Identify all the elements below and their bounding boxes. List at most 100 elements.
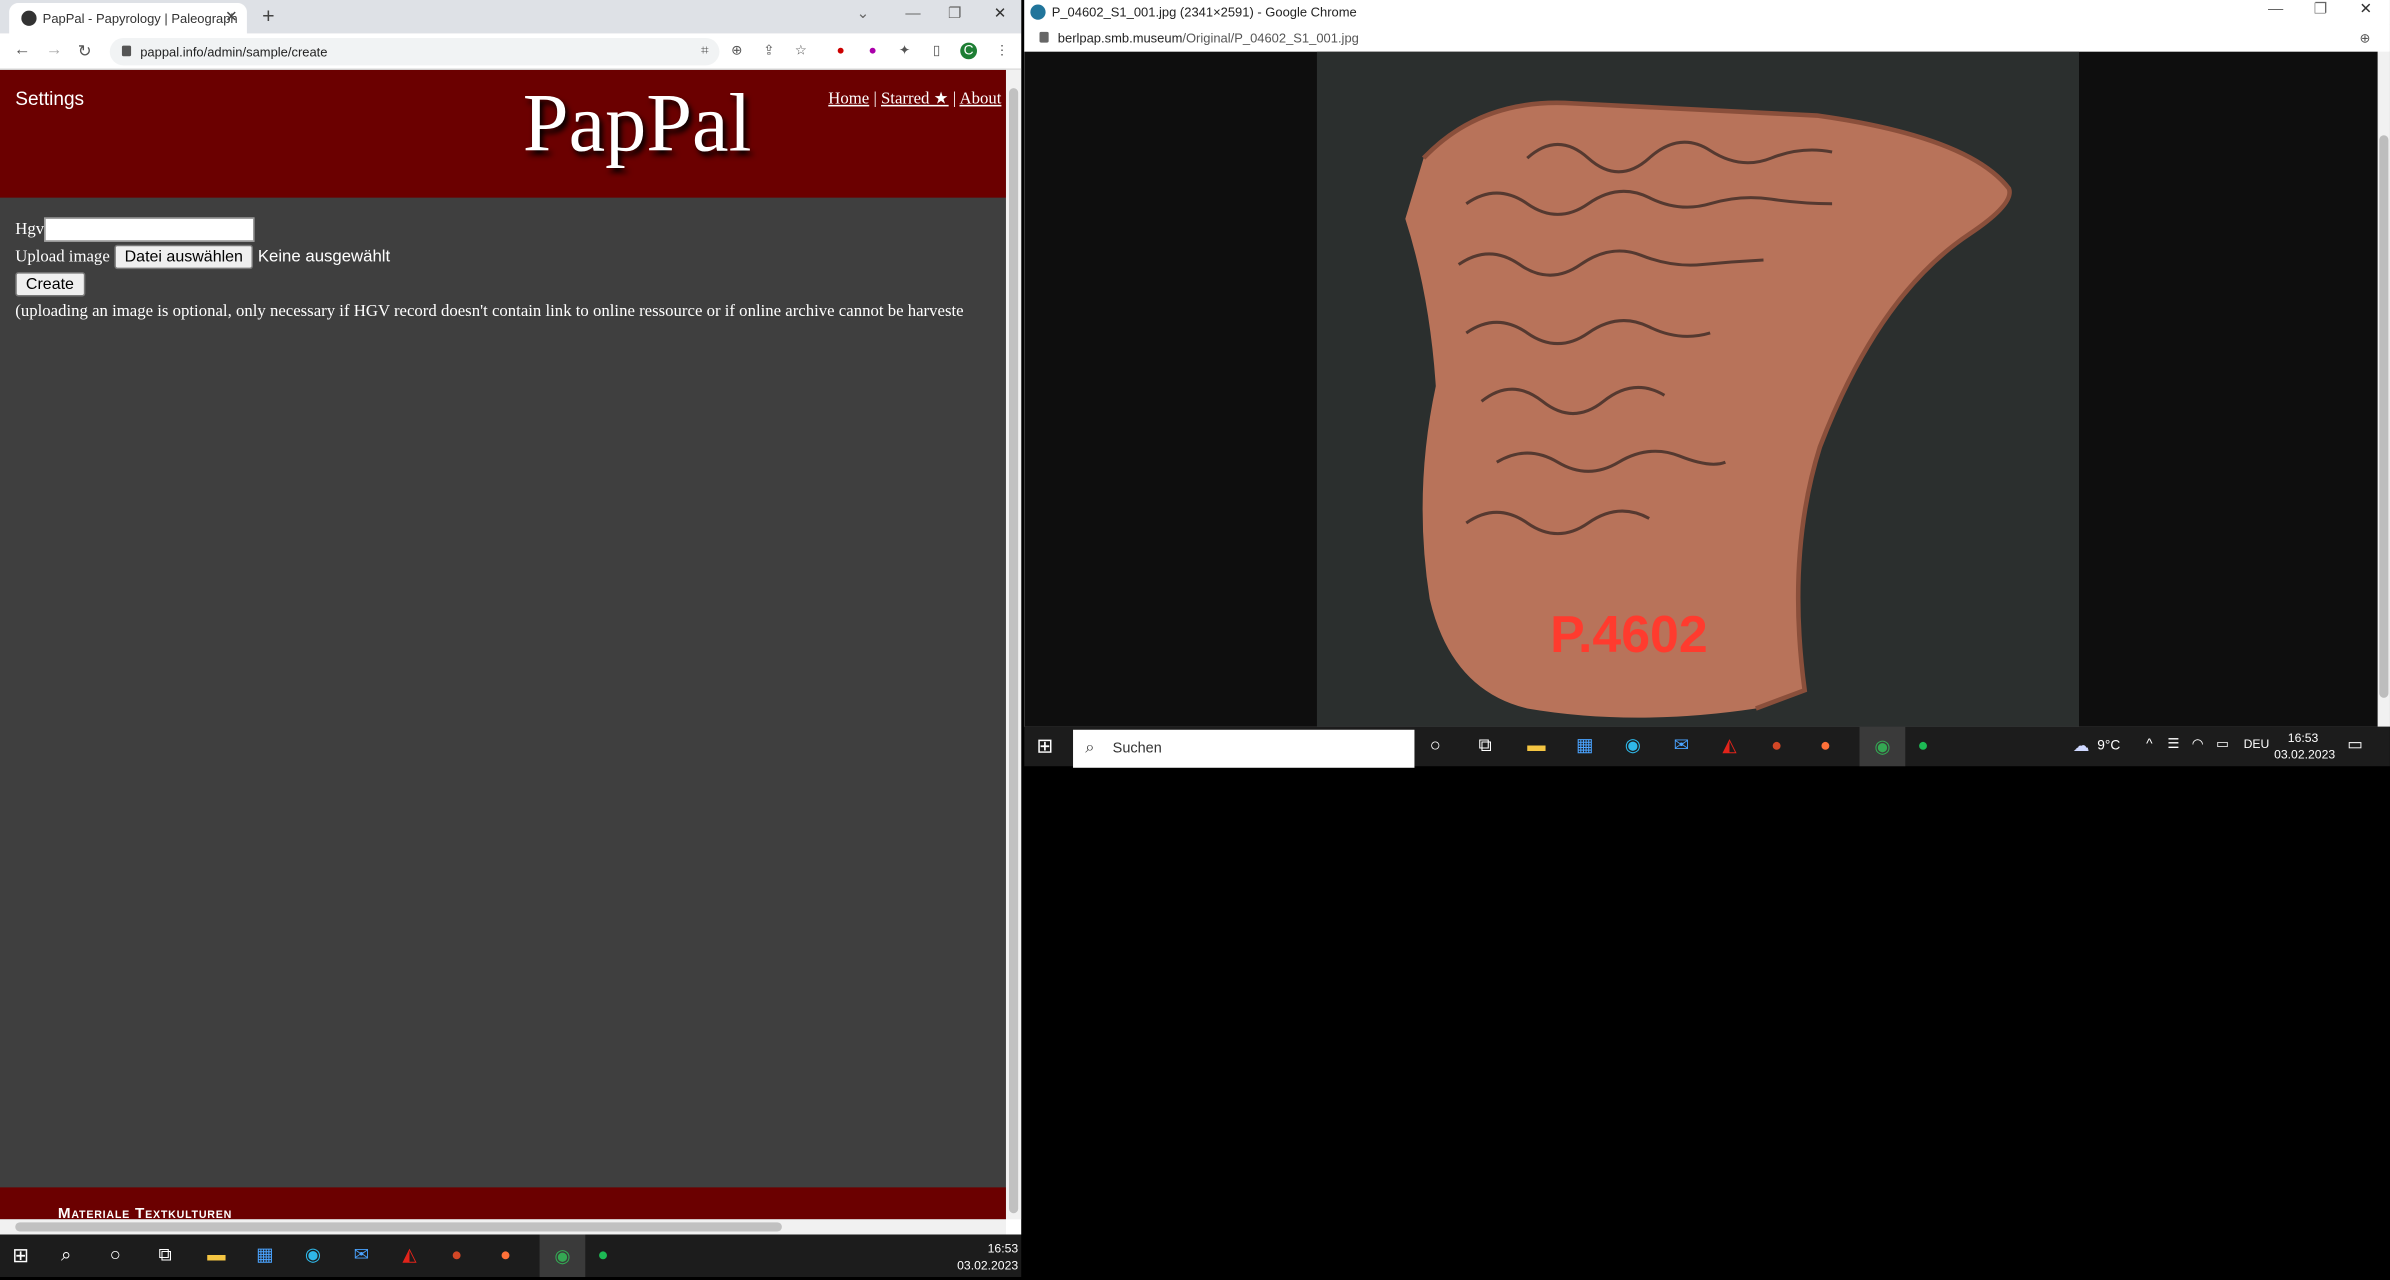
papyrus-image-viewer[interactable]: P.4602 — [1024, 51, 2378, 727]
nav-starred[interactable]: Starred ★ — [881, 90, 949, 108]
translate-icon[interactable]: ⌗ — [697, 43, 714, 60]
clock-time: 16:53 — [987, 1242, 1019, 1256]
clock-date: 03.02.2023 — [957, 1258, 1019, 1273]
bookmark-star-icon[interactable]: ☆ — [793, 43, 810, 60]
back-icon[interactable]: ← — [14, 41, 31, 59]
reload-icon[interactable]: ↻ — [78, 41, 92, 61]
vertical-scrollbar[interactable] — [1005, 69, 1022, 1220]
right-start-icon[interactable]: ⊞ — [1036, 734, 1053, 758]
right-zoom-icon[interactable]: ⊕ — [2359, 24, 2370, 51]
right-powerpoint-icon[interactable]: ● — [1771, 734, 1782, 755]
right-restore-icon[interactable]: ❐ — [2314, 0, 2328, 21]
right-browser-window: P_04602_S1_001.jpg (2341×2591) - Google … — [1024, 0, 2390, 727]
minimize-icon[interactable]: — — [905, 0, 920, 30]
right-url-host: berlpap.smb.museum — [1057, 30, 1183, 46]
hgv-input[interactable] — [44, 218, 255, 243]
footer-text: Materiale Textkulturen — [57, 1205, 233, 1220]
acrobat-icon[interactable]: ◭ — [402, 1244, 416, 1265]
new-tab-button[interactable]: + — [262, 3, 274, 27]
store-icon[interactable]: ▦ — [256, 1244, 273, 1265]
right-spotify-icon[interactable]: ● — [1917, 734, 1928, 755]
tray-network-icon[interactable]: ☰ — [2167, 736, 2179, 753]
nav-home[interactable]: Home — [828, 90, 869, 108]
tray-chevron-icon[interactable]: ^ — [2146, 736, 2152, 751]
tray-wifi-icon[interactable]: ◠ — [2192, 736, 2204, 753]
menu-icon[interactable]: ⋮ — [994, 43, 1011, 60]
close-tab-icon[interactable]: ✕ — [225, 3, 238, 33]
wordpress-icon — [1030, 4, 1046, 20]
right-scroll-thumb[interactable] — [2379, 135, 2389, 698]
weather-cloud-icon[interactable]: ☁ — [2073, 736, 2090, 755]
chrome-icon[interactable]: ◉ — [539, 1234, 586, 1278]
spotify-icon[interactable]: ● — [597, 1244, 608, 1265]
right-store-icon[interactable]: ▦ — [1576, 734, 1593, 755]
choose-file-button[interactable]: Datei auswählen — [113, 245, 254, 270]
left-browser-window: PapPal - Papyrology | Paleograph ✕ + ⌄ —… — [0, 0, 1022, 1235]
file-explorer-icon[interactable]: ▬ — [207, 1244, 225, 1265]
vertical-scroll-thumb[interactable] — [1009, 88, 1019, 1214]
share-icon[interactable]: ⇪ — [761, 43, 778, 60]
powerpoint-icon[interactable]: ● — [451, 1244, 462, 1265]
tray-language[interactable]: DEU — [2244, 737, 2270, 751]
cortana-icon[interactable]: ○ — [110, 1244, 121, 1265]
right-lock-icon — [1039, 31, 1049, 43]
right-taskbar-clock[interactable]: 16:53 03.02.2023 — [2274, 730, 2335, 763]
create-button[interactable]: Create — [15, 272, 85, 298]
address-bar[interactable]: pappal.info/admin/sample/create — [109, 38, 720, 66]
right-edge-icon[interactable]: ◉ — [1625, 734, 1641, 755]
tray-battery-icon[interactable]: ▭ — [2216, 736, 2229, 753]
upload-label: Upload image — [15, 247, 110, 267]
nav-about[interactable]: About — [959, 90, 1001, 108]
search-icon[interactable]: ⌕ — [61, 1244, 71, 1267]
mail-icon[interactable]: ✉ — [354, 1244, 369, 1265]
right-address-bar[interactable]: berlpap.smb.museum/Original/P_04602_S1_0… — [1024, 24, 2390, 52]
side-panel-icon[interactable]: ▯ — [928, 43, 945, 60]
favicon-icon — [21, 10, 37, 26]
right-file-explorer-icon[interactable]: ▬ — [1527, 734, 1545, 755]
horizontal-scroll-thumb[interactable] — [15, 1222, 782, 1232]
taskbar-clock[interactable]: 16:53 03.02.2023 — [930, 1241, 1018, 1274]
page-content: Settings PapPal Home | Starred ★ | About… — [0, 69, 1006, 1220]
nav-separator: | — [952, 89, 957, 108]
url-text: pappal.info/admin/sample/create — [140, 44, 328, 60]
lock-icon — [121, 45, 132, 57]
zoom-icon[interactable]: ⊕ — [729, 43, 746, 60]
right-acrobat-icon[interactable]: ◭ — [1722, 734, 1736, 755]
profile-avatar[interactable]: C — [960, 42, 978, 60]
weather-temp[interactable]: 9°C — [2097, 737, 2120, 752]
close-window-icon[interactable]: ✕ — [994, 0, 1007, 30]
extension-red-icon[interactable]: ● — [832, 43, 849, 60]
right-task-view-icon[interactable]: ⧉ — [1478, 734, 1491, 757]
start-icon[interactable]: ⊞ — [12, 1244, 29, 1268]
extensions-puzzle-icon[interactable]: ✦ — [896, 43, 913, 60]
edge-icon[interactable]: ◉ — [305, 1244, 321, 1265]
site-footer: Materiale Textkulturen — [0, 1187, 1006, 1220]
right-clock-time: 16:53 — [2287, 731, 2319, 745]
right-close-icon[interactable]: ✕ — [2359, 0, 2372, 21]
right-cortana-icon[interactable]: ○ — [1430, 734, 1441, 755]
toolbar: ← → ↻ pappal.info/admin/sample/create ⌗ … — [0, 33, 1022, 70]
right-vertical-scrollbar[interactable] — [2377, 51, 2390, 727]
taskbar-secondary: ⊞ ⌕ Suchen ○ ⧉ ▬ ▦ ◉ ✉ ◭ ● ● ◉ ● ☁ 9°C ^… — [1024, 726, 2390, 768]
tab-bar: PapPal - Papyrology | Paleograph ✕ + ⌄ —… — [0, 0, 1022, 34]
extension-purple-icon[interactable]: ● — [864, 43, 881, 60]
upload-note: (uploading an image is optional, only ne… — [15, 302, 964, 321]
tab-search-icon[interactable]: ⌄ — [857, 0, 870, 30]
forward-icon[interactable]: → — [46, 41, 63, 59]
firefox-icon[interactable]: ● — [500, 1244, 511, 1265]
horizontal-scrollbar[interactable] — [0, 1219, 1006, 1235]
taskbar-search-box[interactable]: ⌕ Suchen — [1073, 729, 1415, 768]
create-sample-form: Hgv Upload image Datei auswählen Keine a… — [15, 216, 1006, 325]
settings-link[interactable]: Settings — [15, 88, 84, 109]
right-chrome-icon[interactable]: ◉ — [1859, 726, 1906, 767]
tab-pappal[interactable]: PapPal - Papyrology | Paleograph ✕ — [9, 3, 247, 34]
task-view-icon[interactable]: ⧉ — [159, 1244, 172, 1267]
taskbar-main: ⊞ ⌕ ○ ⧉ ▬ ▦ ◉ ✉ ◭ ● ● ◉ ● 16:53 03.02.20… — [0, 1234, 1022, 1278]
site-logo[interactable]: PapPal — [523, 76, 752, 170]
restore-icon[interactable]: ❐ — [948, 0, 962, 30]
right-firefox-icon[interactable]: ● — [1820, 734, 1831, 755]
taskbar-search-placeholder: Suchen — [1112, 740, 1162, 758]
right-minimize-icon[interactable]: — — [2268, 0, 2283, 21]
notification-icon[interactable]: ▭ — [2347, 734, 2363, 754]
right-mail-icon[interactable]: ✉ — [1674, 734, 1689, 755]
